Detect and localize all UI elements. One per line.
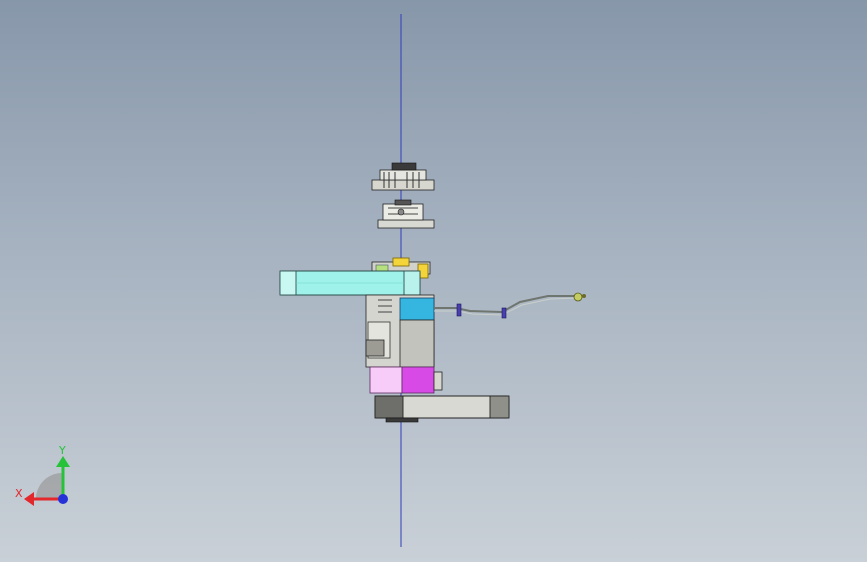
axis-triad: X Y	[15, 444, 70, 506]
y-axis-label: Y	[58, 444, 66, 457]
lower-arm-part[interactable]	[374, 395, 510, 423]
cable-harness-part[interactable]	[434, 292, 586, 319]
z-axis-dot	[58, 494, 68, 504]
top-cover-part[interactable]	[371, 162, 435, 191]
base-motor-part[interactable]	[369, 366, 443, 394]
cad-graphics-viewport[interactable]: X Y	[0, 0, 867, 562]
model-scene[interactable]: X Y	[0, 0, 867, 562]
x-axis-label: X	[15, 487, 23, 500]
joint-motor-housing[interactable]	[365, 294, 435, 368]
flange-assembly-part[interactable]	[377, 199, 435, 229]
upper-arm-part[interactable]	[279, 270, 421, 296]
triad-plane-indicator	[36, 473, 62, 499]
